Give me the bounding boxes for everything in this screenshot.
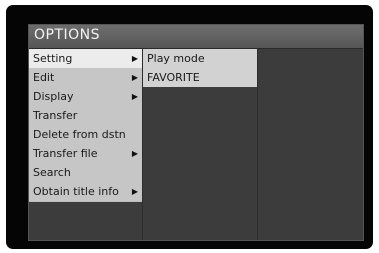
main-menu-column: Setting ▶ Edit ▶ Display ▶ Transfer Dele… [29, 49, 142, 240]
panel-title: OPTIONS [34, 27, 101, 43]
menu-item-delete-from-dstn[interactable]: Delete from dstn [29, 125, 142, 144]
menu-item-edit[interactable]: Edit ▶ [29, 68, 142, 87]
menu-item-transfer[interactable]: Transfer [29, 106, 142, 125]
menu-item-label: Search [33, 166, 71, 179]
menu-item-label: Transfer file [33, 147, 98, 160]
menu-item-search[interactable]: Search [29, 163, 142, 182]
menu-item-label: Obtain title info [33, 185, 119, 198]
submenu-item-play-mode[interactable]: Play mode [143, 49, 257, 68]
submenu-arrow-icon: ▶ [131, 73, 138, 82]
menu-item-transfer-file[interactable]: Transfer file ▶ [29, 144, 142, 163]
submenu-arrow-icon: ▶ [131, 92, 138, 101]
setting-submenu: Play mode FAVORITE [143, 49, 257, 87]
menu-item-setting[interactable]: Setting ▶ [29, 49, 142, 68]
submenu-item-label: FAVORITE [147, 71, 200, 84]
main-menu: Setting ▶ Edit ▶ Display ▶ Transfer Dele… [29, 49, 142, 201]
menu-item-label: Display [33, 90, 74, 103]
menu-item-label: Transfer [33, 109, 78, 122]
menu-item-obtain-title-info[interactable]: Obtain title info ▶ [29, 182, 142, 201]
menu-item-label: Delete from dstn [33, 128, 126, 141]
third-level-column [257, 49, 363, 240]
menu-item-label: Edit [33, 71, 55, 84]
title-bar: OPTIONS [29, 25, 363, 49]
submenu-item-label: Play mode [147, 52, 205, 65]
menu-item-label: Setting [33, 52, 73, 65]
menu-empty-area [29, 202, 142, 240]
menu-item-display[interactable]: Display ▶ [29, 87, 142, 106]
submenu-arrow-icon: ▶ [131, 187, 138, 196]
submenu-arrow-icon: ▶ [131, 54, 138, 63]
submenu-column: Play mode FAVORITE [142, 49, 257, 240]
submenu-arrow-icon: ▶ [131, 149, 138, 158]
options-panel: OPTIONS Setting ▶ Edit ▶ Display ▶ Trans… [28, 24, 364, 241]
submenu-item-favorite[interactable]: FAVORITE [143, 68, 257, 87]
